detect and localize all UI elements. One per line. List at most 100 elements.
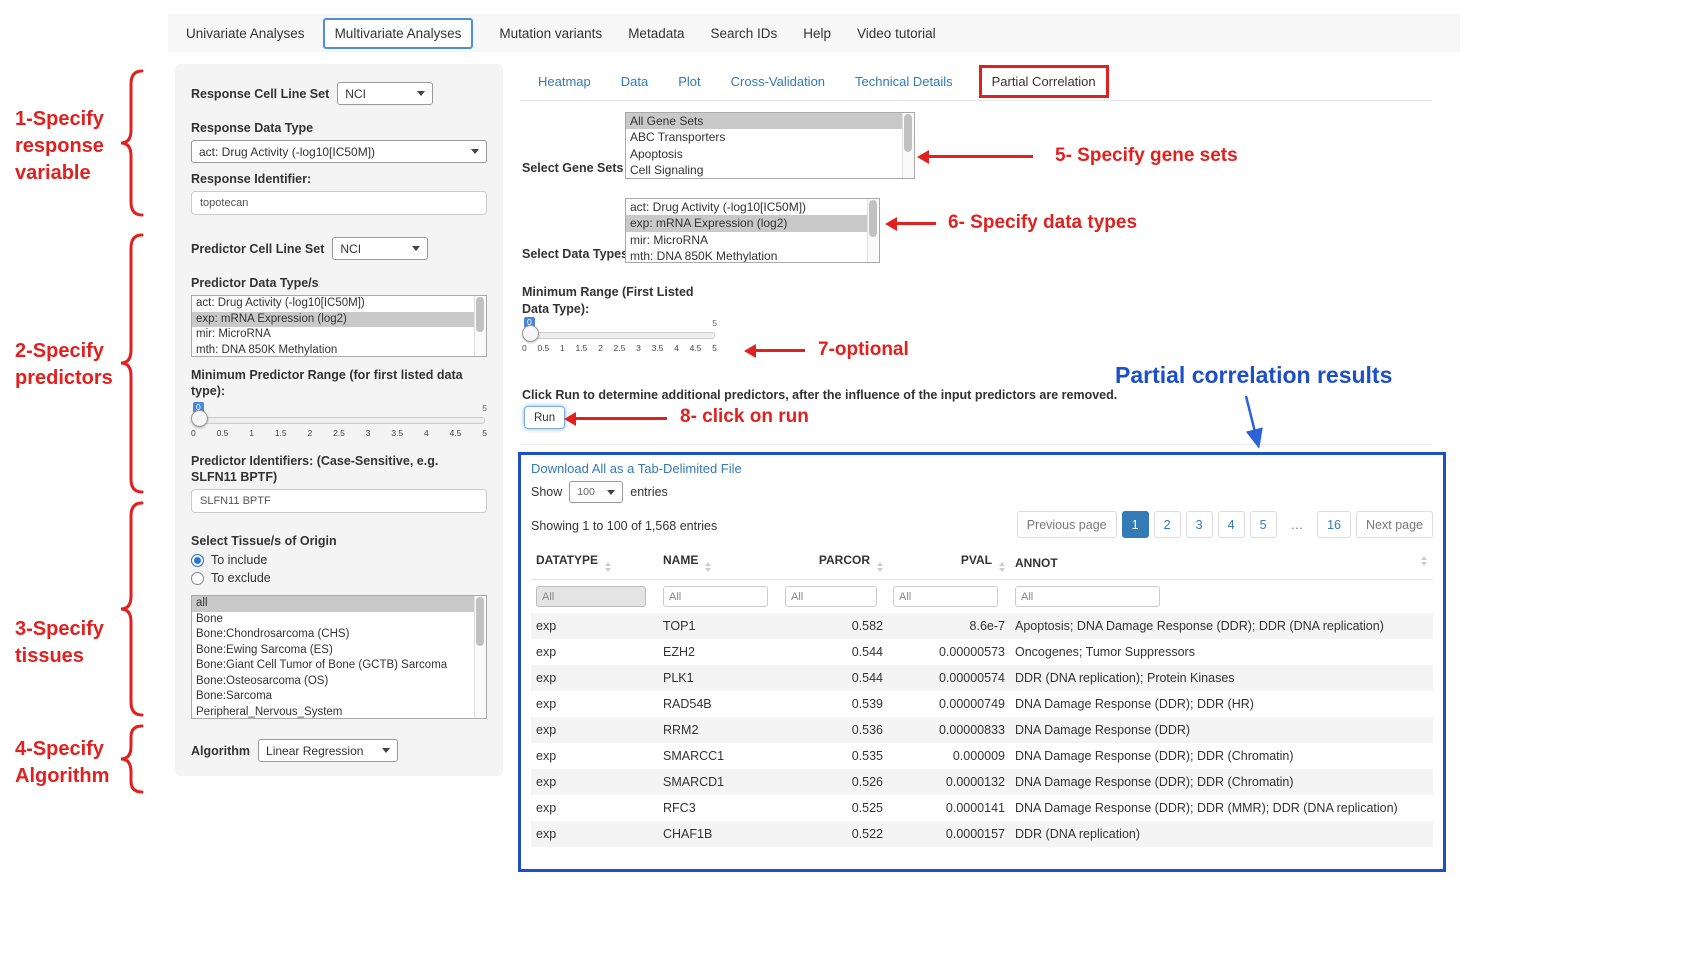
algorithm-select[interactable]: Linear Regression — [258, 739, 398, 762]
predictor-data-types-listbox[interactable]: act: Drug Activity (-log10[IC50M]) exp: … — [191, 295, 487, 357]
page-button-1[interactable]: 1 — [1122, 511, 1149, 538]
tab-cross-validation[interactable]: Cross-Validation — [731, 74, 825, 89]
listbox-option[interactable]: mth: DNA 850K Methylation — [626, 248, 879, 263]
next-page-button[interactable]: Next page — [1356, 511, 1433, 538]
tab-technical-details[interactable]: Technical Details — [855, 74, 953, 89]
scrollbar-thumb[interactable] — [476, 297, 484, 332]
listbox-option[interactable]: Peripheral_Nervous_System — [192, 705, 486, 720]
filter-datatype-input[interactable] — [536, 586, 646, 607]
response-data-type-select[interactable]: act: Drug Activity (-log10[IC50M]) — [191, 140, 487, 163]
nav-multivariate-analyses[interactable]: Multivariate Analyses — [323, 18, 474, 49]
table-row[interactable]: exp SMARCD1 0.526 0.0000132 DNA Damage R… — [531, 769, 1433, 795]
scrollbar[interactable] — [474, 296, 486, 356]
radio-unselected-icon[interactable] — [191, 572, 204, 585]
page-button-2[interactable]: 2 — [1154, 511, 1181, 538]
table-row[interactable]: exp TOP1 0.582 8.6e-7 Apoptosis; DNA Dam… — [531, 613, 1433, 639]
column-header-pval[interactable]: PVAL — [888, 546, 1010, 580]
sort-icon[interactable] — [1421, 556, 1427, 566]
slider-handle[interactable] — [191, 410, 208, 427]
listbox-option[interactable]: Bone:Giant Cell Tumor of Bone (GCTB) Sar… — [192, 658, 486, 674]
cell-datatype: exp — [531, 613, 658, 639]
tissue-include-radio[interactable]: To include — [191, 553, 487, 567]
tab-partial-correlation[interactable]: Partial Correlation — [979, 65, 1109, 98]
run-button[interactable]: Run — [524, 406, 565, 429]
sort-icon[interactable] — [999, 562, 1005, 572]
table-row[interactable]: exp RAD54B 0.539 0.00000749 DNA Damage R… — [531, 691, 1433, 717]
listbox-option[interactable]: Bone:Sarcoma — [192, 689, 486, 705]
page-button-5[interactable]: 5 — [1250, 511, 1277, 538]
listbox-option[interactable]: Bone:Chondrosarcoma (CHS) — [192, 627, 486, 643]
tab-heatmap[interactable]: Heatmap — [538, 74, 591, 89]
nav-metadata[interactable]: Metadata — [628, 26, 684, 41]
column-header-parcor[interactable]: PARCOR — [780, 546, 888, 580]
listbox-option[interactable]: ABC Transporters — [626, 129, 914, 145]
download-tab-delimited-link[interactable]: Download All as a Tab-Delimited File — [531, 461, 742, 476]
slider-handle[interactable] — [522, 325, 539, 342]
scrollbar-thumb[interactable] — [476, 597, 484, 646]
listbox-option[interactable]: exp: mRNA Expression (log2) — [192, 312, 486, 328]
listbox-option[interactable]: All Gene Sets — [626, 113, 914, 129]
filter-pval-input[interactable] — [893, 586, 998, 607]
listbox-option[interactable]: Bone:Osteosarcoma (OS) — [192, 674, 486, 690]
show-entries-select[interactable]: 100 — [569, 481, 623, 503]
nav-help[interactable]: Help — [803, 26, 831, 41]
page-button-4[interactable]: 4 — [1218, 511, 1245, 538]
table-row[interactable]: exp SMARCC1 0.535 0.000009 DNA Damage Re… — [531, 743, 1433, 769]
predictor-identifiers-input[interactable] — [191, 489, 487, 513]
listbox-option[interactable]: Cell Signaling — [626, 162, 914, 178]
column-header-datatype[interactable]: DATATYPE — [531, 546, 658, 580]
listbox-option[interactable]: mir: MicroRNA — [626, 232, 879, 248]
scrollbar[interactable] — [867, 199, 879, 262]
scrollbar-thumb[interactable] — [904, 114, 912, 152]
listbox-option[interactable]: all — [192, 596, 486, 612]
tissue-exclude-radio[interactable]: To exclude — [191, 571, 487, 585]
previous-page-button[interactable]: Previous page — [1017, 511, 1117, 538]
scrollbar[interactable] — [474, 596, 486, 718]
tab-data[interactable]: Data — [621, 74, 648, 89]
listbox-option[interactable]: act: Drug Activity (-log10[IC50M]) — [192, 296, 486, 312]
nav-mutation-variants[interactable]: Mutation variants — [499, 26, 602, 41]
table-row[interactable]: exp CHAF1B 0.522 0.0000157 DDR (DNA repl… — [531, 821, 1433, 847]
scrollbar-thumb[interactable] — [869, 200, 877, 237]
response-cell-line-set-label: Response Cell Line Set — [191, 86, 329, 102]
listbox-option[interactable]: mth: DNA 850K Methylation — [192, 343, 486, 358]
response-identifier-input[interactable] — [191, 191, 487, 215]
filter-name-input[interactable] — [663, 586, 768, 607]
filter-annot-input[interactable] — [1015, 586, 1160, 607]
tab-plot[interactable]: Plot — [678, 74, 700, 89]
data-types-listbox[interactable]: act: Drug Activity (-log10[IC50M]) exp: … — [625, 198, 880, 263]
nav-univariate-analyses[interactable]: Univariate Analyses — [186, 26, 305, 41]
nav-search-ids[interactable]: Search IDs — [710, 26, 777, 41]
listbox-option[interactable]: Apoptosis — [626, 146, 914, 162]
response-cell-line-set-select[interactable]: NCI — [337, 82, 433, 105]
table-row[interactable]: exp RFC3 0.525 0.0000141 DNA Damage Resp… — [531, 795, 1433, 821]
slider-track[interactable] — [193, 417, 485, 424]
listbox-option[interactable]: exp: mRNA Expression (log2) — [626, 215, 879, 231]
min-range-slider[interactable]: 0 5 0 0.5 1 1.5 2 2.5 3 3.5 4 4.5 5 — [522, 318, 717, 356]
table-row[interactable]: exp EZH2 0.544 0.00000573 Oncogenes; Tum… — [531, 639, 1433, 665]
listbox-option[interactable]: Bone — [192, 612, 486, 628]
sort-icon[interactable] — [877, 562, 883, 572]
tissue-listbox[interactable]: all Bone Bone:Chondrosarcoma (CHS) Bone:… — [191, 595, 487, 719]
table-row[interactable]: exp RRM2 0.536 0.00000833 DNA Damage Res… — [531, 717, 1433, 743]
slider-tick-label: 5 — [712, 343, 717, 353]
min-predictor-range-slider[interactable]: 0 5 0 0.5 1 1.5 2 2.5 3 3.5 4 4.5 5 — [191, 403, 487, 441]
slider-track[interactable] — [524, 332, 715, 339]
sort-icon[interactable] — [605, 562, 611, 572]
page-button-3[interactable]: 3 — [1186, 511, 1213, 538]
radio-selected-icon[interactable] — [191, 554, 204, 567]
filter-parcor-input[interactable] — [785, 586, 877, 607]
gene-sets-listbox[interactable]: All Gene Sets ABC Transporters Apoptosis… — [625, 112, 915, 179]
results-title: Partial correlation results — [1115, 362, 1392, 389]
page-button-16[interactable]: 16 — [1317, 511, 1351, 538]
listbox-option[interactable]: Bone:Ewing Sarcoma (ES) — [192, 643, 486, 659]
column-header-name[interactable]: NAME — [658, 546, 780, 580]
column-header-annot[interactable]: ANNOT — [1010, 546, 1433, 580]
sort-icon[interactable] — [705, 562, 711, 572]
listbox-option[interactable]: act: Drug Activity (-log10[IC50M]) — [626, 199, 879, 215]
listbox-option[interactable]: mir: MicroRNA — [192, 327, 486, 343]
nav-video-tutorial[interactable]: Video tutorial — [857, 26, 936, 41]
scrollbar[interactable] — [902, 113, 914, 178]
predictor-cell-line-set-select[interactable]: NCI — [332, 237, 428, 260]
table-row[interactable]: exp PLK1 0.544 0.00000574 DDR (DNA repli… — [531, 665, 1433, 691]
